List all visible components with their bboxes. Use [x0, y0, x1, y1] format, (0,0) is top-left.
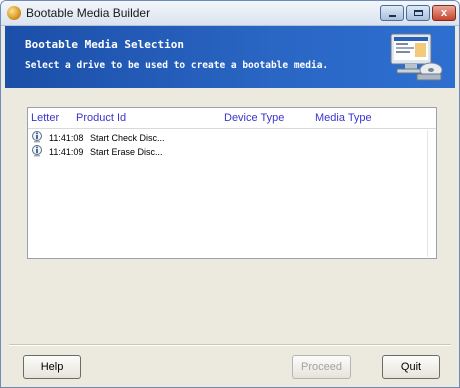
log-message: Start Erase Disc... — [90, 147, 163, 157]
header-title: Bootable Media Selection — [25, 38, 184, 51]
close-button[interactable]: x — [432, 5, 456, 21]
help-button-label: Help — [40, 361, 64, 373]
close-icon: x — [440, 7, 448, 19]
title-bar[interactable]: Bootable Media Builder x — [1, 1, 459, 26]
quit-button[interactable]: Quit — [382, 355, 440, 379]
column-header-letter[interactable]: Letter — [31, 112, 59, 124]
log-message: Start Check Disc... — [90, 133, 165, 143]
info-icon — [32, 131, 42, 143]
minimize-icon — [389, 15, 396, 17]
computer-disc-icon — [390, 33, 443, 81]
proceed-button-label: Proceed — [301, 361, 342, 373]
help-button[interactable]: Help — [23, 355, 81, 379]
list-header-divider — [28, 128, 436, 129]
bootable-media-builder-window: Bootable Media Builder x Bootable Media … — [0, 0, 460, 388]
button-area-divider — [9, 344, 451, 346]
log-time: 11:41:09 — [49, 147, 84, 157]
column-header-media-type[interactable]: Media Type — [315, 112, 372, 124]
app-icon — [7, 6, 21, 20]
maximize-icon — [414, 10, 423, 16]
header-banner: Bootable Media Selection Select a drive … — [5, 26, 455, 88]
drive-list[interactable]: Letter Product Id Device Type Media Type… — [27, 107, 437, 259]
column-header-product-id[interactable]: Product Id — [76, 112, 126, 124]
proceed-button[interactable]: Proceed — [292, 355, 351, 379]
header-subtitle: Select a drive to be used to create a bo… — [25, 60, 329, 71]
window-title: Bootable Media Builder — [26, 6, 151, 20]
log-time: 11:41:08 — [49, 133, 84, 143]
minimize-button[interactable] — [380, 5, 404, 21]
maximize-button[interactable] — [406, 5, 430, 21]
list-scrollbar[interactable] — [427, 130, 435, 257]
column-header-device-type[interactable]: Device Type — [224, 112, 284, 124]
info-icon — [32, 145, 42, 157]
quit-button-label: Quit — [400, 361, 422, 373]
